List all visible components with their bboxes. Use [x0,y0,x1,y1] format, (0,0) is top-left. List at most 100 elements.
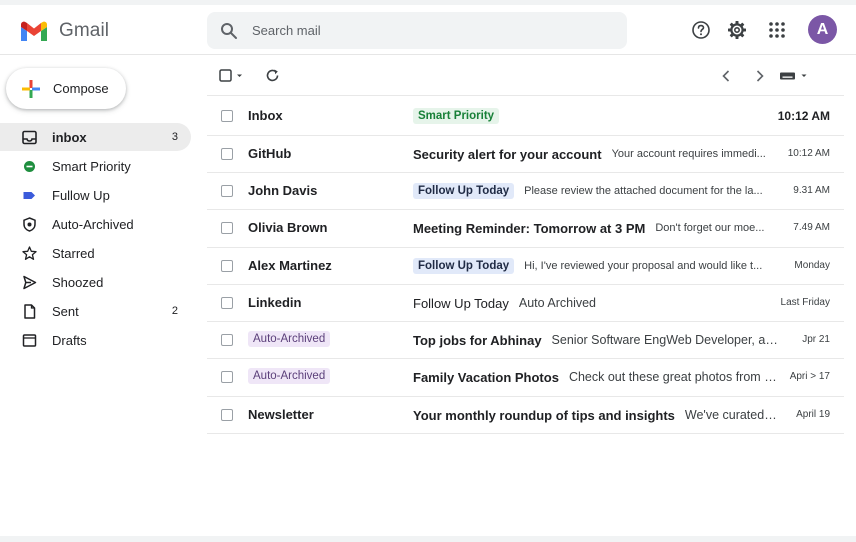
star-icon [22,246,37,260]
email-snippet: Please review the attached document for … [524,185,763,197]
email-content: Meeting Reminder: Tomorrow at 3 PM Don't… [413,209,779,247]
sidebar-item-follow-up[interactable]: Fullow Up [0,181,191,209]
sidebar-item-sent[interactable]: Sent 2 [0,297,191,325]
green-dot-icon [24,161,35,172]
inbox-icon [22,130,37,145]
email-time: Last Friday [780,297,830,308]
search-icon[interactable] [220,22,238,40]
row-checkbox[interactable] [221,185,233,197]
row-checkbox[interactable] [221,371,233,383]
email-snippet: Your account requires immedi... [611,148,766,160]
sidebar-item-snoozed[interactable]: Shoozed [0,268,191,296]
sidebar-item-label: Sent [52,303,79,319]
shield-icon [23,217,36,232]
email-snippet: We've curated the [684,408,779,422]
email-content: Follow Up Today Please review the attach… [413,172,779,210]
email-row[interactable]: GitHub Security alert for your account Y… [207,135,844,173]
email-time: Jpr 21 [802,334,830,345]
gmail-logo[interactable]: Gmail [19,20,109,42]
email-content: Smart Priority [413,97,779,135]
sidebar-item-smart-priority[interactable]: Smart Priority [0,152,191,180]
row-checkbox[interactable] [221,260,233,272]
input-tools-keyboard-icon[interactable] [779,70,809,82]
email-content: Top jobs for Abhinay Senior Software Eng… [413,321,779,359]
search-bar[interactable] [207,12,627,49]
list-top-divider [207,95,844,96]
email-row[interactable]: Olivia Brown Meeting Reminder: Tomorrow … [207,209,844,247]
sidebar-item-label: Smart Priority [52,158,131,174]
email-content: Follow Up Today Auto Archived [413,284,779,322]
email-row[interactable]: Newsletter Your monthly roundup of tips … [207,396,844,434]
sidebar-item-auto-archived[interactable]: Auto-Archived [0,210,191,238]
unread-count: 3 [171,131,178,143]
email-time: 7.49 AM [793,222,830,233]
email-subject: Family Vacation Photos [413,369,559,385]
sidebar-item-label: inbox [52,129,87,145]
help-icon[interactable] [691,20,711,40]
email-time: Monday [794,260,830,271]
email-row[interactable]: Alex Martinez Follow Up Today Hi, I've r… [207,247,844,285]
email-content: Security alert for your account Your acc… [413,135,779,173]
sidebar-item-starred[interactable]: Starred [0,239,191,267]
label-chip-follow-up[interactable]: Follow Up Today [413,258,515,274]
sidebar-item-label: Starred [52,245,95,261]
compose-button[interactable]: Compose [6,68,126,109]
email-content: Family Vacation Photos Check out these g… [413,358,779,396]
email-sender: Newsletter [248,407,314,422]
email-row[interactable]: John Davis Follow Up Today Please review… [207,172,844,210]
email-row[interactable]: Auto-Archived Top jobs for Abhinay Senio… [207,321,844,359]
row-checkbox[interactable] [221,297,233,309]
sidebar-item-label: Fullow Up [52,187,110,203]
gmail-logo-icon [21,21,47,41]
header: Gmail A [0,5,856,55]
sidebar-item-label: Drafts [52,332,87,348]
email-row[interactable]: Inbox Smart Priority 10:12 AM [207,97,844,135]
list-bottom-divider [207,433,844,434]
blue-tag-icon [23,192,35,199]
email-sender: Inbox [248,108,283,123]
email-snippet: Auto Archived [518,296,597,310]
settings-gear-icon[interactable] [727,20,747,40]
email-time: 10:12 AM [777,109,830,123]
email-snippet: Hi, I've reviewed your proposal and woul… [524,260,763,272]
apps-grid-icon[interactable] [767,20,787,40]
email-subject: Your monthly roundup of tips and insight… [413,407,675,423]
sent-count: 2 [171,305,178,317]
email-sender: Linkedin [248,295,302,310]
email-time: April 19 [796,409,830,420]
row-checkbox[interactable] [221,222,233,234]
email-row[interactable]: Linkedin Follow Up Today Auto Archived L… [207,284,844,322]
email-subject: Security alert for your account [413,146,602,162]
email-row[interactable]: Auto-Archived Family Vacation Photos Che… [207,358,844,396]
sidebar-item-label: Auto-Archived [52,216,134,232]
sidebar-item-label: Shoozed [52,274,104,290]
label-chip-smart-priority[interactable]: Smart Priority [413,108,500,124]
label-chip-auto-archived[interactable]: Auto-Archived [248,368,331,384]
email-content: Follow Up Today Hi, I've reviewed your p… [413,247,779,285]
compose-plus-icon [22,79,40,98]
row-checkbox[interactable] [221,110,233,122]
select-all-checkbox[interactable] [219,69,245,83]
email-time: 9.31 AM [793,185,830,196]
bottom-strip [0,536,856,542]
email-snippet: Don't forget our moe... [655,222,765,234]
search-input[interactable] [252,23,582,38]
sidebar-item-inbox[interactable]: inbox 3 [0,123,191,151]
sidebar-item-drafts[interactable]: Drafts [0,326,191,354]
chevron-right-icon[interactable] [754,69,766,83]
draft-icon [22,334,37,347]
email-snippet: Check out these great photos from me... [568,370,779,384]
file-icon [24,304,36,319]
chevron-left-icon[interactable] [720,69,732,83]
row-checkbox[interactable] [221,409,233,421]
label-chip-auto-archived[interactable]: Auto-Archived [248,331,331,347]
label-chip-follow-up[interactable]: Follow Up Today [413,183,515,199]
account-avatar[interactable]: A [808,15,837,44]
row-checkbox[interactable] [221,148,233,160]
compose-label: Compose [53,81,109,96]
row-checkbox[interactable] [221,334,233,346]
email-sender: GitHub [248,146,292,161]
email-sender: John Davis [248,183,318,198]
email-subject: Meeting Reminder: Tomorrow at 3 PM [413,220,646,236]
refresh-icon[interactable] [265,68,280,83]
